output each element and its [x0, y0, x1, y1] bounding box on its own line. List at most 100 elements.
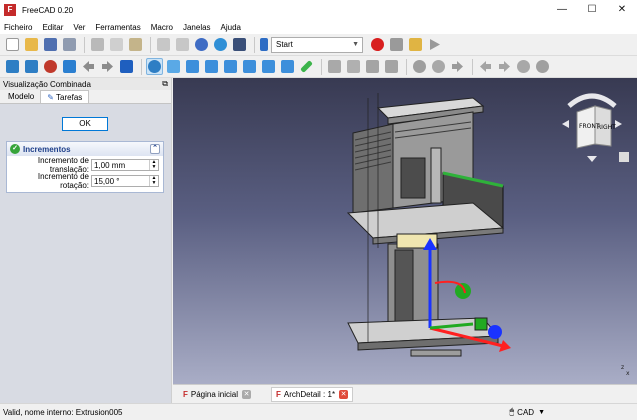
pencil-icon: ✎ — [47, 93, 57, 102]
combo-view-title: Visualização Combinada ⧉ — [0, 78, 171, 90]
spin-arrows-icon[interactable]: ▲ ▼ — [149, 160, 158, 170]
run-macro-icon[interactable] — [426, 36, 443, 53]
edit-macro-icon[interactable] — [407, 36, 424, 53]
menu-ficheiro[interactable]: Ficheiro — [4, 23, 32, 32]
workbench-selector[interactable]: Start ▼ — [271, 36, 363, 53]
toolbar-file: Start ▼ — [0, 34, 637, 56]
title-bar: F FreeCAD 0.20 — ☐ ✕ — [0, 0, 637, 20]
top-view-icon[interactable] — [203, 58, 220, 75]
combo-view-tabs: Modelo ✎ Tarefas — [0, 90, 171, 104]
sphere-icon[interactable] — [411, 58, 428, 75]
increments-title: Incrementos — [23, 144, 71, 154]
globe-icon[interactable] — [430, 58, 447, 75]
forward-icon[interactable] — [99, 58, 116, 75]
freecad-doc-icon: F — [183, 389, 188, 399]
navigation-style-selector[interactable]: 🖱 CAD ▼ — [509, 407, 545, 417]
menu-ver[interactable]: Ver — [73, 23, 85, 32]
draw-style-icon[interactable] — [42, 58, 59, 75]
rotation-row: Incremento de rotação: 15,00 ° ▲ ▼ — [7, 172, 163, 190]
forward-arrow-icon[interactable] — [496, 58, 513, 75]
copy-icon[interactable] — [108, 36, 125, 53]
toolbar-separator — [150, 36, 151, 53]
close-circle-icon[interactable] — [534, 58, 551, 75]
rear-view-icon[interactable] — [241, 58, 258, 75]
translation-increment-input[interactable]: 1,00 mm ▲ ▼ — [91, 159, 159, 171]
right-label: RIGHT — [597, 124, 616, 131]
check-circle-icon: ✓ — [10, 144, 20, 154]
workbench-arrow-icon[interactable] — [259, 36, 269, 53]
redo-icon[interactable] — [174, 36, 191, 53]
paste-icon[interactable] — [127, 36, 144, 53]
translation-value: 1,00 mm — [94, 160, 126, 170]
tab-pagina-inicial[interactable]: F Página inicial ✕ — [179, 388, 255, 401]
svg-text:x: x — [626, 370, 630, 376]
right-view-icon[interactable] — [222, 58, 239, 75]
chevron-down-icon: ▼ — [352, 41, 359, 48]
spin-arrows-icon[interactable]: ▲ ▼ — [149, 176, 158, 186]
svg-text:z: z — [621, 364, 624, 371]
axis-indicator: z x — [621, 364, 630, 376]
fit-selection-icon[interactable] — [23, 58, 40, 75]
arrow-right-icon[interactable] — [449, 58, 466, 75]
workbench-selected-label: Start — [276, 40, 293, 49]
collapse-icon[interactable]: ⌃ — [150, 144, 160, 154]
navigation-cube[interactable]: FRONT RIGHT — [547, 78, 637, 168]
menu-ferramentas[interactable]: Ferramentas — [95, 23, 140, 32]
zoom-icon[interactable] — [146, 58, 163, 75]
open-icon[interactable] — [23, 36, 40, 53]
bottom-view-icon[interactable] — [260, 58, 277, 75]
toolbar-separator — [141, 58, 142, 75]
link-icon[interactable] — [364, 58, 381, 75]
fit-all-icon[interactable] — [4, 58, 21, 75]
float-panel-icon[interactable]: ⧉ — [162, 79, 168, 89]
tab-archdetail-label: ArchDetail : 1* — [283, 389, 336, 399]
menu-editar[interactable]: Editar — [42, 23, 63, 32]
close-icon[interactable]: ✕ — [242, 389, 252, 399]
stop-macro-icon[interactable] — [388, 36, 405, 53]
workbench-icon[interactable] — [193, 36, 210, 53]
print-icon[interactable] — [61, 36, 78, 53]
isometric-view-icon[interactable] — [165, 58, 182, 75]
std-views-icon[interactable] — [118, 58, 135, 75]
tab-archdetail[interactable]: F ArchDetail : 1* ✕ — [271, 386, 354, 402]
maximize-button[interactable]: ☐ — [577, 0, 607, 20]
tab-modelo[interactable]: Modelo — [2, 90, 40, 103]
back-icon[interactable] — [80, 58, 97, 75]
save-icon[interactable] — [42, 36, 59, 53]
back-arrow-icon[interactable] — [477, 58, 494, 75]
refresh-arrow-icon[interactable] — [515, 58, 532, 75]
menu-macro[interactable]: Macro — [151, 23, 173, 32]
tab-pagina-inicial-label: Página inicial — [190, 389, 239, 399]
front-view-icon[interactable] — [184, 58, 201, 75]
link-actions-icon[interactable] — [383, 58, 400, 75]
rotation-value: 15,00 ° — [94, 176, 120, 186]
tab-tarefas[interactable]: ✎ Tarefas — [40, 90, 90, 103]
refresh-icon[interactable] — [212, 36, 229, 53]
toolbar-separator — [406, 58, 407, 75]
rotation-increment-input[interactable]: 15,00 ° ▲ ▼ — [91, 175, 159, 187]
minimize-button[interactable]: — — [547, 0, 577, 20]
3d-viewport[interactable]: FRONT RIGHT z x — [173, 78, 637, 384]
freecad-doc-icon: F — [276, 389, 281, 399]
cut-icon[interactable] — [89, 36, 106, 53]
menu-ajuda[interactable]: Ajuda — [221, 23, 241, 32]
bounding-box-icon[interactable] — [61, 58, 78, 75]
close-button[interactable]: ✕ — [607, 0, 637, 20]
freecad-logo-icon: F — [4, 4, 16, 16]
measure-icon[interactable] — [298, 58, 315, 75]
whats-this-icon[interactable] — [231, 36, 248, 53]
record-macro-icon[interactable] — [369, 36, 386, 53]
tab-tarefas-label: Tarefas — [56, 93, 83, 102]
document-tabs: F Página inicial ✕ F ArchDetail : 1* ✕ — [173, 384, 637, 403]
new-icon[interactable] — [4, 36, 21, 53]
increments-header[interactable]: ✓ Incrementos ⌃ — [7, 142, 163, 156]
left-view-icon[interactable] — [279, 58, 296, 75]
close-icon[interactable]: ✕ — [339, 389, 349, 399]
ok-button[interactable]: OK — [62, 117, 108, 131]
menu-janelas[interactable]: Janelas — [183, 23, 211, 32]
rotation-label: Incremento de rotação: — [37, 172, 89, 190]
combo-view-panel: Visualização Combinada ⧉ Modelo ✎ Tarefa… — [0, 78, 172, 403]
part-icon[interactable] — [326, 58, 343, 75]
undo-icon[interactable] — [155, 36, 172, 53]
folder-icon[interactable] — [345, 58, 362, 75]
